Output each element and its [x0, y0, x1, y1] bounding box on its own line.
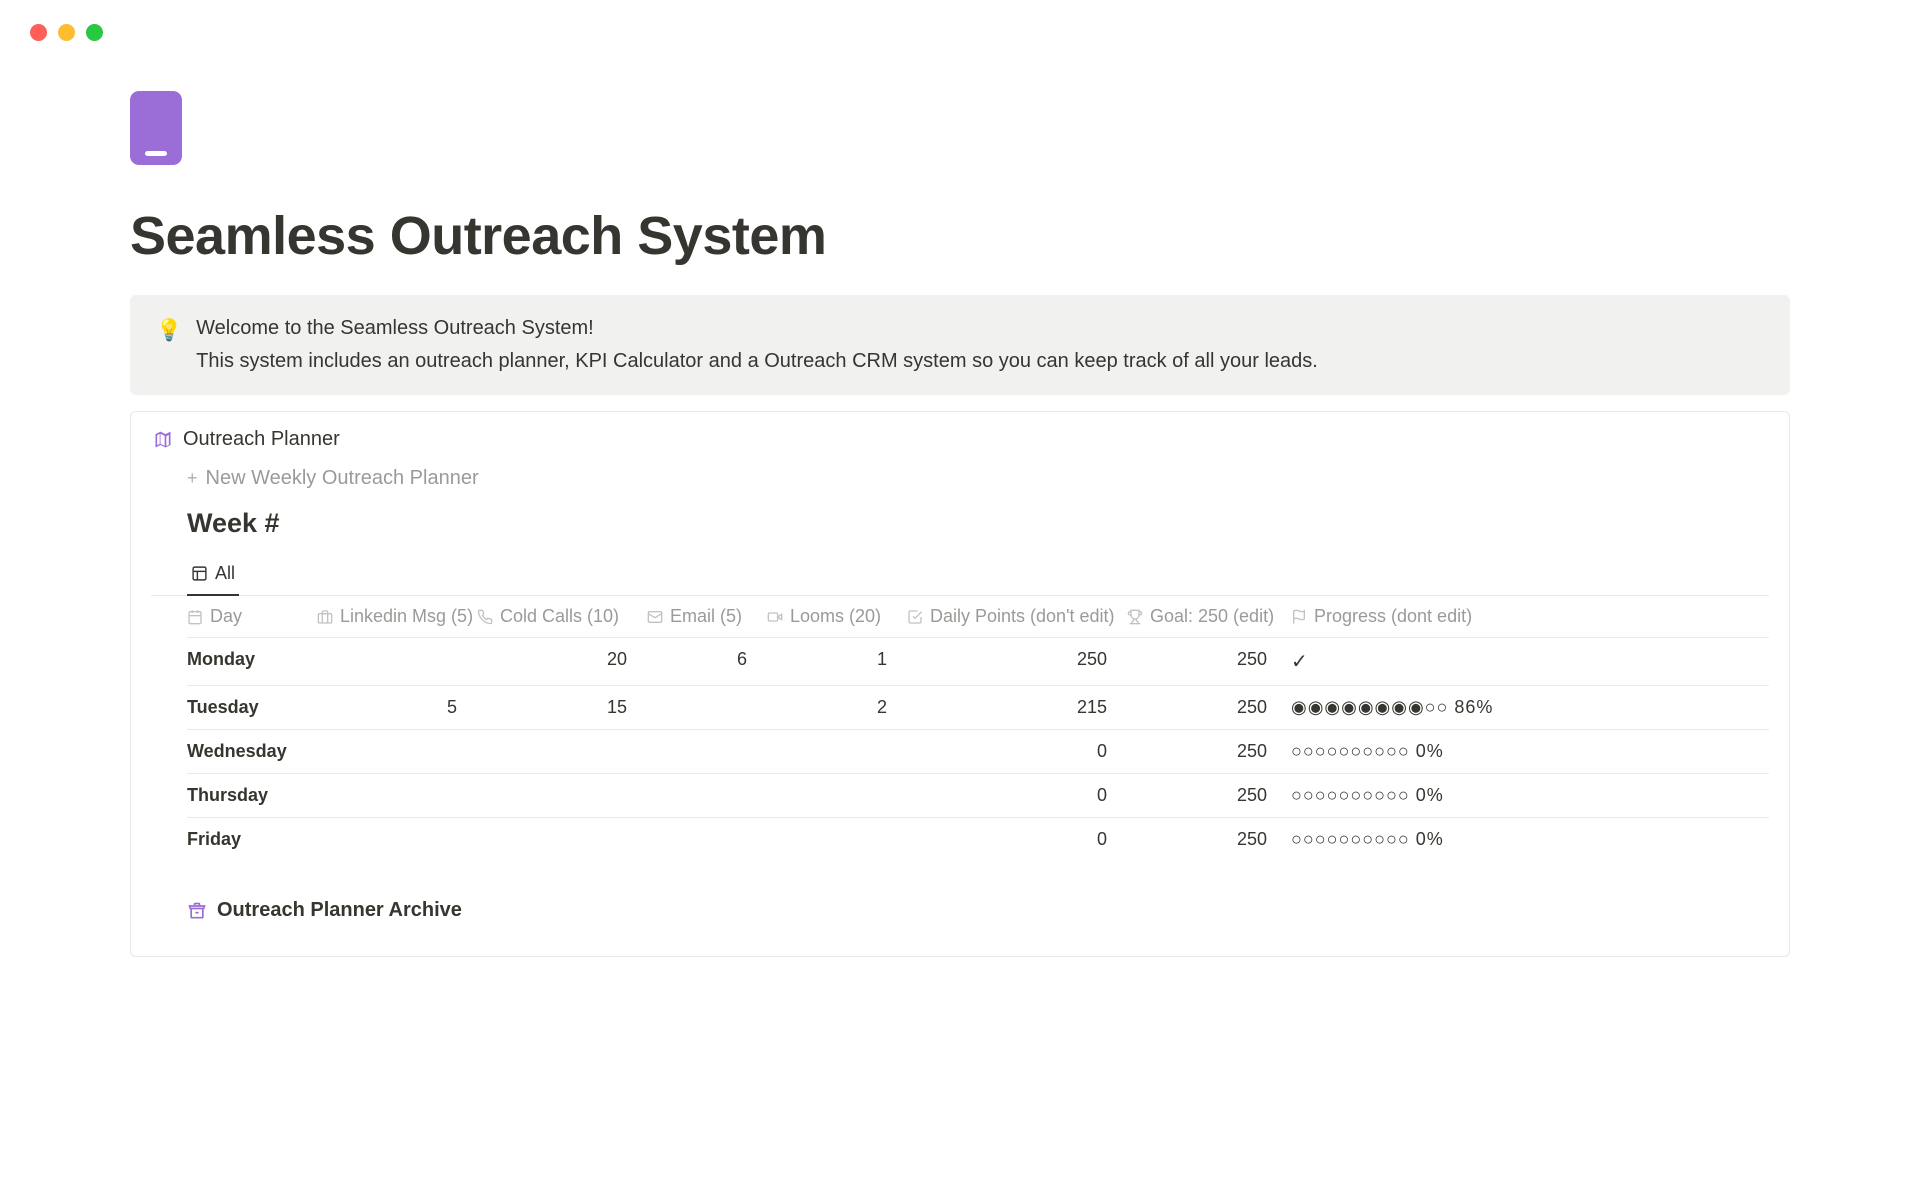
planner-title: Outreach Planner [183, 428, 340, 451]
new-planner-button[interactable]: + New Weekly Outreach Planner [151, 461, 1769, 508]
cell-goal[interactable]: 250 [1127, 785, 1287, 806]
table-row[interactable]: Monday 20 6 1 250 250 ✓ [187, 637, 1769, 685]
cell-looms[interactable] [767, 785, 907, 806]
planner-header[interactable]: Outreach Planner [151, 428, 1769, 451]
cell-email[interactable] [647, 785, 767, 806]
cell-cold[interactable] [477, 829, 647, 850]
callout-description-text: This system includes an outreach planner… [196, 350, 1764, 373]
cell-day: Wednesday [187, 741, 317, 762]
archive-link[interactable]: Outreach Planner Archive [151, 861, 1769, 922]
col-daily-points[interactable]: Daily Points (don't edit) [907, 606, 1127, 627]
window-minimize-button[interactable] [58, 24, 75, 41]
view-tabs: All [151, 557, 1769, 596]
cell-looms[interactable]: 1 [767, 649, 907, 674]
cell-daily: 0 [907, 829, 1127, 850]
tab-all-label: All [215, 563, 235, 584]
planner-table: Day Linkedin Msg (5) Cold Calls (10) [151, 596, 1769, 861]
table-header: Day Linkedin Msg (5) Cold Calls (10) [187, 596, 1769, 637]
cell-cold[interactable] [477, 785, 647, 806]
cell-goal[interactable]: 250 [1127, 829, 1287, 850]
trophy-icon [1127, 609, 1143, 625]
window-controls [0, 0, 1920, 41]
cell-daily: 0 [907, 785, 1127, 806]
cell-progress: ○○○○○○○○○○ 0% [1287, 741, 1769, 762]
cell-looms[interactable]: 2 [767, 697, 907, 718]
table-icon [191, 565, 208, 582]
archive-box-icon [187, 901, 207, 921]
page-container: Seamless Outreach System 💡 Welcome to th… [0, 41, 1920, 957]
cell-day: Tuesday [187, 697, 317, 718]
welcome-callout: 💡 Welcome to the Seamless Outreach Syste… [130, 295, 1790, 395]
cell-goal[interactable]: 250 [1127, 649, 1287, 674]
cell-looms[interactable] [767, 741, 907, 762]
flag-icon [1291, 609, 1307, 625]
col-email[interactable]: Email (5) [647, 606, 767, 627]
callout-welcome-text: Welcome to the Seamless Outreach System! [196, 317, 1764, 340]
cell-daily: 215 [907, 697, 1127, 718]
cell-cold[interactable]: 20 [477, 649, 647, 674]
col-day[interactable]: Day [187, 606, 317, 627]
checkbox-icon [907, 609, 923, 625]
col-linkedin[interactable]: Linkedin Msg (5) [317, 606, 477, 627]
page-icon[interactable] [130, 91, 182, 165]
cell-day: Thursday [187, 785, 317, 806]
table-row[interactable]: Friday 0 250 ○○○○○○○○○○ 0% [187, 817, 1769, 861]
window-close-button[interactable] [30, 24, 47, 41]
col-goal[interactable]: Goal: 250 (edit) [1127, 606, 1287, 627]
lightbulb-icon: 💡 [156, 317, 182, 373]
cell-day: Monday [187, 649, 317, 674]
cell-goal[interactable]: 250 [1127, 741, 1287, 762]
map-icon [153, 430, 173, 450]
col-progress[interactable]: Progress (dont edit) [1287, 606, 1769, 627]
cell-cold[interactable] [477, 741, 647, 762]
page-title: Seamless Outreach System [130, 205, 1790, 267]
video-icon [767, 609, 783, 625]
plus-icon: + [187, 468, 198, 489]
cell-daily: 0 [907, 741, 1127, 762]
cell-linkedin[interactable] [317, 785, 477, 806]
cell-daily: 250 [907, 649, 1127, 674]
week-heading[interactable]: Week # [151, 508, 1769, 539]
phone-icon [477, 609, 493, 625]
envelope-icon [647, 609, 663, 625]
cell-progress: ◉◉◉◉◉◉◉◉○○ 86% [1287, 697, 1769, 718]
window-maximize-button[interactable] [86, 24, 103, 41]
table-row[interactable]: Wednesday 0 250 ○○○○○○○○○○ 0% [187, 729, 1769, 773]
cell-linkedin[interactable] [317, 741, 477, 762]
cell-email[interactable]: 6 [647, 649, 767, 674]
cell-email[interactable] [647, 829, 767, 850]
table-row[interactable]: Thursday 0 250 ○○○○○○○○○○ 0% [187, 773, 1769, 817]
table-row[interactable]: Tuesday 5 15 2 215 250 ◉◉◉◉◉◉◉◉○○ 86% [187, 685, 1769, 729]
cell-cold[interactable]: 15 [477, 697, 647, 718]
cell-progress: ○○○○○○○○○○ 0% [1287, 785, 1769, 806]
cell-linkedin[interactable]: 5 [317, 697, 477, 718]
cell-goal[interactable]: 250 [1127, 697, 1287, 718]
calendar-icon [187, 609, 203, 625]
col-looms[interactable]: Looms (20) [767, 606, 907, 627]
briefcase-icon [317, 609, 333, 625]
tab-all[interactable]: All [187, 557, 239, 596]
cell-email[interactable] [647, 741, 767, 762]
cell-looms[interactable] [767, 829, 907, 850]
cell-linkedin[interactable] [317, 649, 477, 674]
new-planner-label: New Weekly Outreach Planner [206, 467, 479, 490]
cell-day: Friday [187, 829, 317, 850]
col-cold-calls[interactable]: Cold Calls (10) [477, 606, 647, 627]
cell-progress: ○○○○○○○○○○ 0% [1287, 829, 1769, 850]
callout-content: Welcome to the Seamless Outreach System!… [196, 317, 1764, 373]
archive-label: Outreach Planner Archive [217, 899, 462, 922]
cell-linkedin[interactable] [317, 829, 477, 850]
cell-email[interactable] [647, 697, 767, 718]
outreach-planner-card: Outreach Planner + New Weekly Outreach P… [130, 411, 1790, 957]
cell-progress: ✓ [1287, 649, 1769, 674]
